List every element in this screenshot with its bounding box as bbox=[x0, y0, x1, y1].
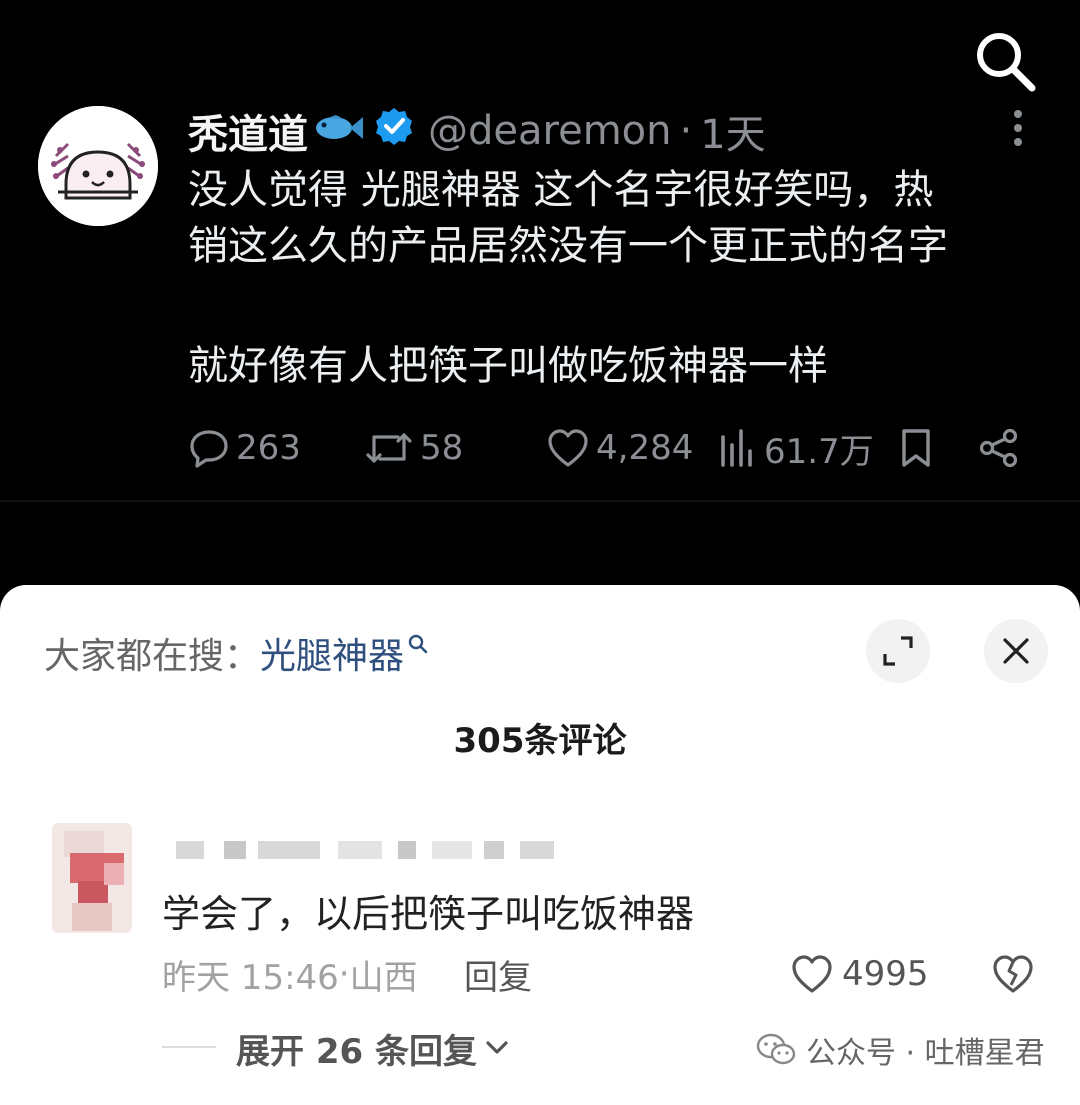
commenter-avatar[interactable] bbox=[52, 823, 132, 933]
bookmark-button[interactable] bbox=[898, 420, 940, 476]
comment-location: 山西 bbox=[349, 957, 418, 998]
expand-sheet-button[interactable] bbox=[866, 619, 930, 683]
broken-heart-icon bbox=[993, 955, 1033, 993]
comment-like-count: 4995 bbox=[842, 954, 929, 994]
post-text-line: 销这么久的产品居然没有一个更正式的名字 bbox=[188, 223, 948, 269]
reply-icon bbox=[190, 430, 228, 468]
repost-count: 58 bbox=[420, 428, 464, 468]
comment-like-button[interactable]: 4995 bbox=[790, 945, 929, 1003]
divider bbox=[162, 1046, 216, 1048]
more-options-icon[interactable] bbox=[1006, 110, 1030, 154]
heart-icon bbox=[548, 429, 588, 467]
comment-count: 305条评论 bbox=[453, 721, 627, 761]
separator-dot: · bbox=[679, 108, 693, 154]
views-count: 61.7万 bbox=[764, 431, 874, 472]
close-sheet-button[interactable] bbox=[984, 619, 1048, 683]
heart-icon bbox=[792, 955, 832, 993]
views-chart-icon bbox=[721, 429, 752, 467]
post-panel: 秃道道 @dearemon · 1天 没人觉得 光腿神器 这个名字很好笑吗，热 … bbox=[0, 0, 1080, 585]
search-small-icon bbox=[408, 634, 428, 654]
comment-dislike-button[interactable] bbox=[988, 945, 1038, 1003]
fish-emoji-icon bbox=[312, 108, 364, 154]
expand-replies-label: 展开 26 条回复 bbox=[236, 1031, 477, 1072]
post-time: 1天 bbox=[700, 112, 766, 158]
share-button[interactable] bbox=[978, 420, 1026, 476]
separator-dot: · bbox=[338, 954, 350, 994]
verified-badge-icon bbox=[374, 106, 414, 156]
trending-prefix: 大家都在搜： bbox=[44, 636, 261, 677]
post-text-line: 就好像有人把筷子叫做吃饭神器一样 bbox=[188, 343, 828, 389]
watermark-label: 公众号 · 吐槽星君 bbox=[806, 1036, 1045, 1071]
expand-icon bbox=[883, 636, 913, 666]
divider bbox=[0, 500, 1080, 502]
wechat-icon bbox=[756, 1033, 796, 1065]
reply-comment-button[interactable]: 回复 bbox=[464, 947, 532, 1001]
post-text-line: 没人觉得 光腿神器 这个名字很好笑吗，热 bbox=[188, 167, 934, 213]
views-button[interactable]: 61.7万 bbox=[718, 420, 874, 476]
chevron-down-icon bbox=[486, 1041, 508, 1054]
post-header: 秃道道 @dearemon · 1天 bbox=[188, 104, 766, 158]
trending-keyword-link[interactable]: 光腿神器 bbox=[260, 627, 404, 679]
repost-icon bbox=[366, 433, 412, 463]
comments-sheet: 大家都在搜： 光腿神器 305条评论 学会了，以后把筷子叫吃饭神器 昨天 15:… bbox=[0, 585, 1080, 1105]
post-text: 没人觉得 光腿神器 这个名字很好笑吗，热 销这么久的产品居然没有一个更正式的名字… bbox=[188, 162, 1058, 394]
like-button[interactable]: 4,284 bbox=[546, 420, 693, 476]
comment-meta: 昨天 15:46 · 山西 bbox=[162, 947, 418, 1001]
watermark: 公众号 · 吐槽星君 bbox=[756, 1025, 1045, 1075]
reply-count: 263 bbox=[236, 428, 301, 468]
author-avatar[interactable] bbox=[38, 106, 158, 226]
author-name[interactable]: 秃道道 bbox=[188, 102, 308, 160]
expand-replies-button[interactable]: 展开 26 条回复 bbox=[236, 1023, 511, 1073]
reply-button[interactable]: 263 bbox=[188, 420, 301, 476]
like-count: 4,284 bbox=[596, 428, 694, 468]
comment-text: 学会了，以后把筷子叫吃饭神器 bbox=[162, 892, 695, 936]
trending-search[interactable]: 大家都在搜： 光腿神器 bbox=[44, 625, 430, 681]
bookmark-icon bbox=[902, 429, 930, 467]
close-icon bbox=[1003, 638, 1029, 664]
comment-time: 昨天 15:46 bbox=[162, 957, 339, 998]
author-handle[interactable]: @dearemon bbox=[428, 108, 671, 154]
repost-button[interactable]: 58 bbox=[364, 420, 463, 476]
share-icon bbox=[979, 428, 1018, 468]
post-actions: 263 58 4,284 61.7万 bbox=[188, 420, 1028, 476]
commenter-username-blurred[interactable] bbox=[162, 835, 562, 861]
search-icon[interactable] bbox=[972, 28, 1038, 94]
